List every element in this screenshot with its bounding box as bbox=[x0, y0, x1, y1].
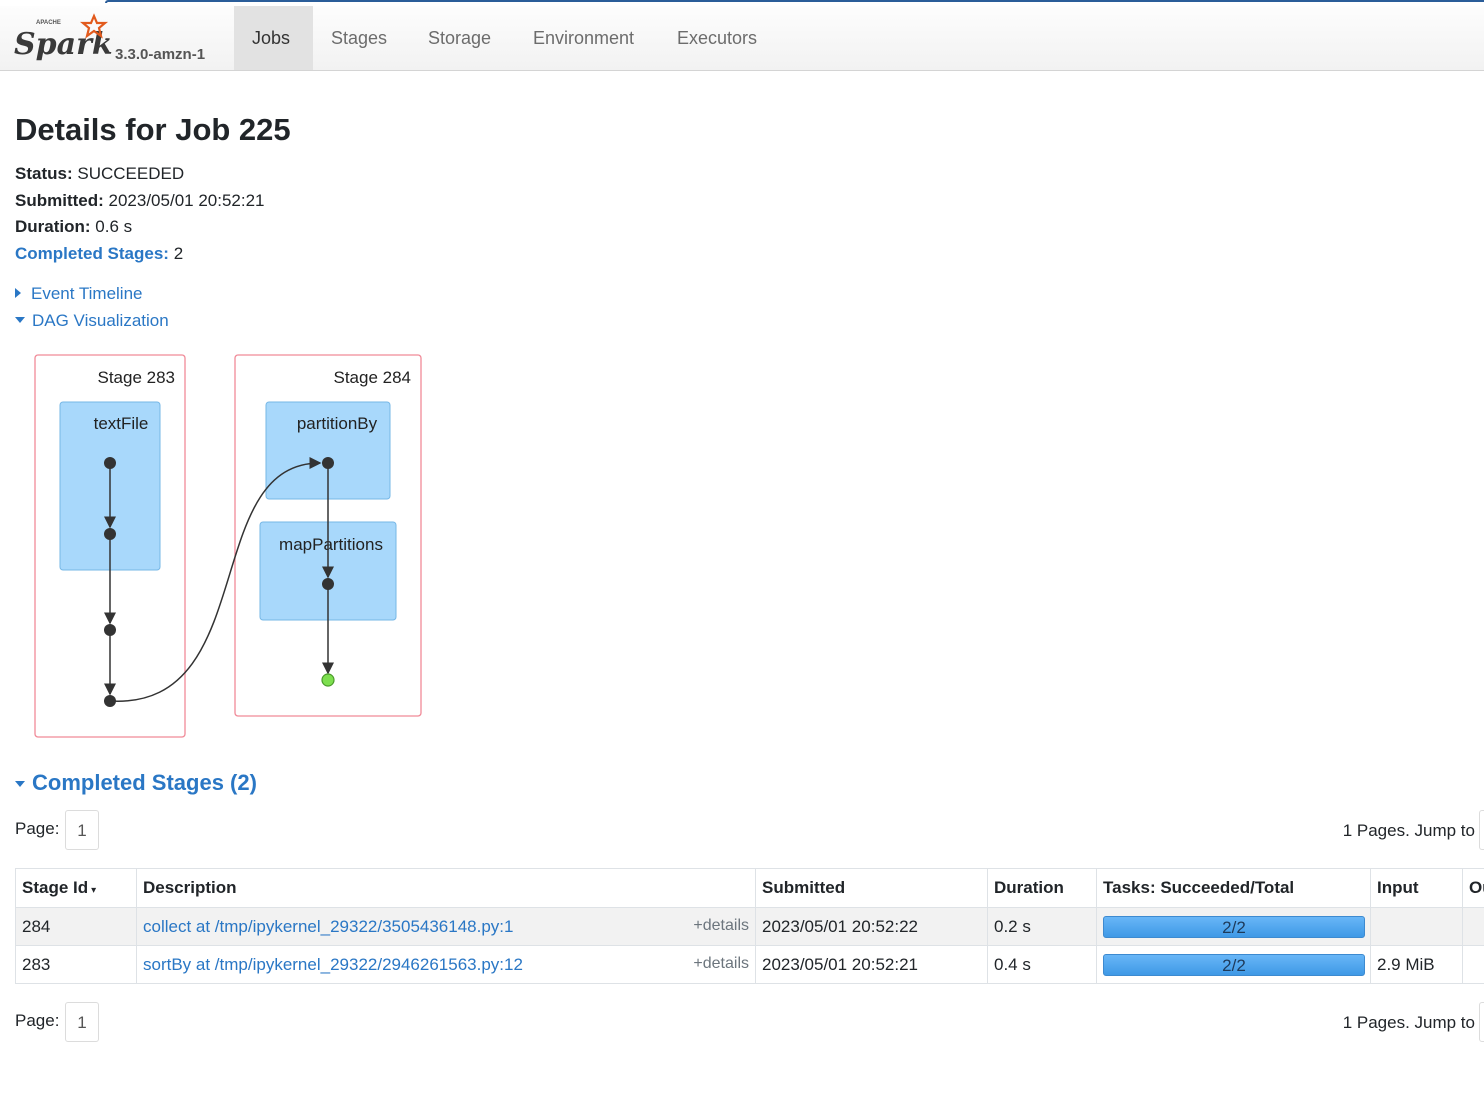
completed-stages-row: Completed Stages: 2 bbox=[15, 241, 265, 268]
submitted-row: Submitted: 2023/05/01 20:52:21 bbox=[15, 188, 265, 215]
table-header-row: Stage Id ▾ Description Submitted Duration… bbox=[15, 868, 1484, 908]
spark-version: 3.3.0-amzn-1 bbox=[115, 46, 206, 63]
sort-desc-icon: ▾ bbox=[91, 885, 97, 896]
event-timeline-toggle[interactable]: Event Timeline bbox=[15, 284, 143, 304]
completed-stages-table: Stage Id ▾ Description Submitted Duration… bbox=[15, 868, 1484, 984]
cell-submitted: 2023/05/01 20:52:22 bbox=[755, 907, 988, 946]
page-button-bottom[interactable]: 1 bbox=[65, 1002, 99, 1042]
col-output[interactable]: Output bbox=[1462, 868, 1484, 908]
duration-label: Duration: bbox=[15, 217, 91, 236]
op-partitionby-label: partitionBy bbox=[297, 414, 378, 433]
logo-apache-text: APACHE bbox=[36, 20, 61, 26]
duration-value: 0.6 s bbox=[95, 217, 133, 236]
col-stage-id-label: Stage Id bbox=[22, 878, 89, 897]
stage-description-link[interactable]: collect at /tmp/ipykernel_29322/35054361… bbox=[143, 917, 513, 936]
dag-node-final[interactable] bbox=[321, 673, 335, 687]
event-timeline-label: Event Timeline bbox=[31, 284, 143, 303]
completed-stages-link[interactable]: Completed Stages: bbox=[15, 244, 169, 263]
cell-input: 2.9 MiB bbox=[1370, 945, 1463, 984]
completed-stages-title: Completed Stages (2) bbox=[32, 770, 257, 795]
col-duration[interactable]: Duration bbox=[987, 868, 1097, 908]
jump-to-label-bottom: 1 Pages. Jump to bbox=[1342, 1013, 1475, 1032]
dag-visualization: Stage 283 textFile Stage 284 partitionBy… bbox=[34, 354, 422, 738]
details-toggle[interactable]: +details bbox=[693, 917, 749, 935]
caret-down-icon bbox=[15, 781, 25, 787]
tab-stages[interactable]: Stages bbox=[313, 6, 405, 70]
op-textfile-label: textFile bbox=[94, 414, 149, 433]
dag-visualization-toggle[interactable]: DAG Visualization bbox=[15, 311, 169, 331]
job-summary: Status: SUCCEEDED Submitted: 2023/05/01 … bbox=[15, 161, 265, 267]
tab-jobs[interactable]: Jobs bbox=[234, 6, 313, 70]
stage-284-label: Stage 284 bbox=[333, 368, 411, 387]
cell-submitted: 2023/05/01 20:52:21 bbox=[755, 945, 988, 984]
duration-row: Duration: 0.6 s bbox=[15, 214, 265, 241]
cell-stage-id: 284 bbox=[15, 907, 137, 946]
col-submitted[interactable]: Submitted bbox=[755, 868, 988, 908]
navbar: APACHE Spark 3.3.0-amzn-1 Jobs Stages St… bbox=[0, 6, 1484, 71]
col-tasks[interactable]: Tasks: Succeeded/Total bbox=[1096, 868, 1371, 908]
cell-description: sortBy at /tmp/ipykernel_29322/294626156… bbox=[136, 945, 756, 984]
caret-down-icon bbox=[15, 317, 25, 323]
submitted-value: 2023/05/01 20:52:21 bbox=[108, 190, 265, 210]
cell-duration: 0.4 s bbox=[987, 945, 1097, 984]
completed-stages-header[interactable]: Completed Stages (2) bbox=[15, 770, 257, 796]
completed-stages-count: 2 bbox=[173, 243, 184, 263]
dag-node[interactable] bbox=[104, 695, 116, 707]
status-value: SUCCEEDED bbox=[77, 164, 185, 183]
col-stage-id[interactable]: Stage Id ▾ bbox=[15, 868, 137, 908]
jump-to-input-top[interactable] bbox=[1479, 810, 1484, 850]
pager-label-top: Page: bbox=[15, 819, 60, 838]
tasks-progress-bar: 2/2 bbox=[1103, 953, 1365, 976]
table-row: 283 sortBy at /tmp/ipykernel_29322/29462… bbox=[15, 945, 1484, 984]
col-description[interactable]: Description bbox=[136, 868, 756, 908]
cell-stage-id: 283 bbox=[15, 945, 137, 984]
cell-description: collect at /tmp/ipykernel_29322/35054361… bbox=[136, 907, 756, 946]
cell-duration: 0.2 s bbox=[987, 907, 1097, 946]
stage-description-link[interactable]: sortBy at /tmp/ipykernel_29322/294626156… bbox=[143, 955, 523, 974]
jump-to-input-bottom[interactable] bbox=[1479, 1002, 1484, 1042]
pager-label-bottom: Page: bbox=[15, 1011, 60, 1030]
cell-output bbox=[1462, 945, 1484, 984]
page-button-top[interactable]: 1 bbox=[65, 810, 99, 850]
spark-logo-icon: APACHE Spark bbox=[14, 13, 113, 62]
tab-executors[interactable]: Executors bbox=[659, 6, 775, 70]
dag-node[interactable] bbox=[322, 457, 334, 469]
submitted-label: Submitted: bbox=[15, 190, 104, 210]
dag-node[interactable] bbox=[104, 528, 116, 540]
cell-tasks: 2/2 bbox=[1096, 907, 1371, 946]
details-toggle[interactable]: +details bbox=[693, 955, 749, 973]
cell-output bbox=[1462, 907, 1484, 946]
table-row: 284 collect at /tmp/ipykernel_29322/3505… bbox=[15, 907, 1484, 946]
tab-storage[interactable]: Storage bbox=[410, 6, 509, 70]
dag-node[interactable] bbox=[104, 624, 116, 636]
col-input[interactable]: Input bbox=[1370, 868, 1463, 908]
spark-logo[interactable]: APACHE Spark 3.3.0-amzn-1 bbox=[12, 10, 232, 68]
page-title: Details for Job 225 bbox=[15, 112, 291, 147]
dag-node[interactable] bbox=[322, 578, 334, 590]
status-row: Status: SUCCEEDED bbox=[15, 161, 265, 188]
tasks-progress-bar: 2/2 bbox=[1103, 915, 1365, 938]
status-label: Status: bbox=[15, 164, 73, 183]
dag-visualization-label: DAG Visualization bbox=[32, 311, 169, 330]
cell-input bbox=[1370, 907, 1463, 946]
op-mappartitions-label: mapPartitions bbox=[279, 535, 383, 554]
dag-node[interactable] bbox=[104, 457, 116, 469]
cell-tasks: 2/2 bbox=[1096, 945, 1371, 984]
jump-to-label-top: 1 Pages. Jump to bbox=[1342, 821, 1475, 840]
tab-environment[interactable]: Environment bbox=[515, 6, 652, 70]
browser-top-border bbox=[105, 0, 1484, 3]
stage-283-label: Stage 283 bbox=[97, 368, 175, 387]
caret-right-icon bbox=[15, 288, 21, 298]
